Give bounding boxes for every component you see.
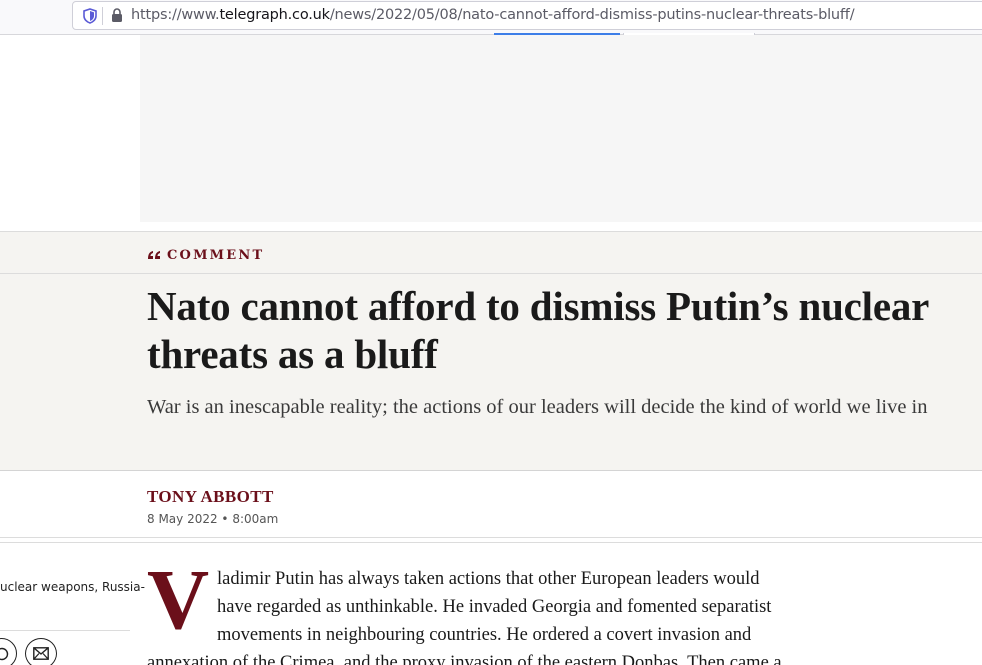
article-header: COMMENT Nato cannot afford to dismiss Pu… — [0, 231, 982, 471]
section-row: COMMENT — [0, 232, 982, 274]
advertisement-slot — [140, 35, 982, 222]
address-bar[interactable]: https://www.telegraph.co.uk/news/2022/05… — [72, 1, 982, 30]
url-text[interactable]: https://www.telegraph.co.uk/news/2022/05… — [131, 7, 855, 23]
lock-icon[interactable] — [111, 8, 123, 23]
body-text-line: ladimir Putin has always taken actions t… — [217, 569, 760, 589]
standfirst: War is an inescapable reality; the actio… — [147, 396, 928, 418]
quote-icon — [148, 251, 160, 259]
divider — [0, 542, 982, 543]
drop-cap: V — [147, 551, 210, 647]
email-icon[interactable] — [25, 638, 57, 665]
browser-toolbar: https://www.telegraph.co.uk/news/2022/05… — [0, 0, 982, 35]
section-link-comment[interactable]: COMMENT — [167, 248, 264, 263]
author-link[interactable]: TONY ABBOTT — [147, 487, 274, 507]
publish-date: 8 May 2022 • 8:00am — [147, 512, 279, 526]
whatsapp-icon[interactable] — [0, 638, 17, 665]
shield-icon[interactable] — [83, 8, 97, 24]
url-domain: telegraph.co.uk — [219, 7, 330, 23]
divider — [0, 537, 982, 538]
headline: Nato cannot afford to dismiss Putin’s nu… — [147, 283, 929, 377]
url-path: /news/2022/05/08/nato-cannot-afford-dism… — [329, 7, 855, 23]
url-prefix: https://www. — [131, 7, 220, 23]
divider — [0, 630, 130, 631]
body-text-line: annexation of the Crimea, and the proxy … — [147, 653, 782, 665]
topics-list[interactable]: uclear weapons, Russia- — [0, 580, 145, 594]
body-text-line: have regarded as unthinkable. He invaded… — [217, 597, 772, 617]
body-text-line: movements in neighbouring countries. He … — [217, 625, 752, 645]
